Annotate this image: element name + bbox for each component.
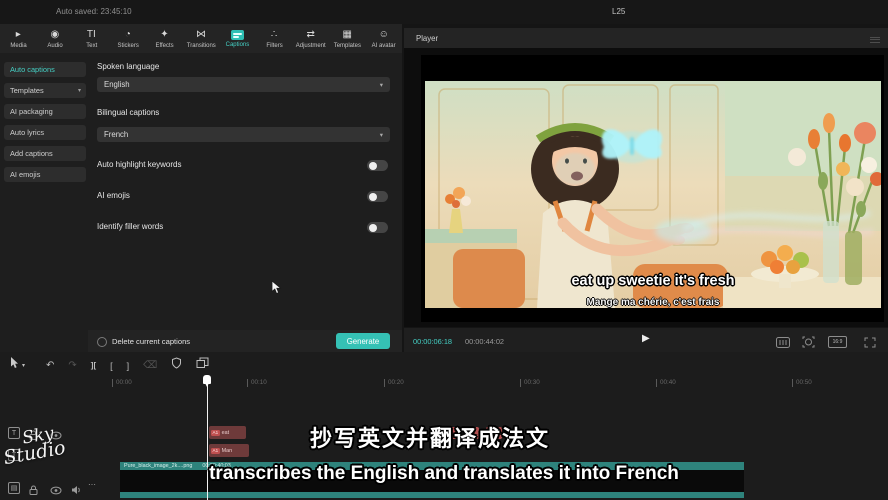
video-frame: eat up sweetie it's fresh Mange ma chéri… <box>425 81 881 308</box>
ruler-label: 00:10 <box>247 379 267 387</box>
player-controls: 00:00:06:18 00:00:44:02 ▶ 16:9 <box>404 327 888 353</box>
tab-audio[interactable]: ◉ Audio <box>37 29 74 49</box>
split-icon[interactable]: ][ <box>91 357 96 375</box>
ruler-label: 00:20 <box>384 379 404 387</box>
ai-avatar-icon: ☺ <box>379 29 389 41</box>
mask-icon[interactable] <box>171 357 182 376</box>
tab-text[interactable]: TI Text <box>73 29 110 49</box>
generate-bar: Delete current captions Generate <box>88 330 402 352</box>
fullscreen-icon[interactable] <box>864 335 876 353</box>
tab-templates[interactable]: ▦ Templates <box>329 29 366 49</box>
subtitle-chinese: 抄写英文并翻译成法文 <box>0 421 860 453</box>
playhead-handle[interactable] <box>203 375 211 384</box>
subtitle-english: transcribes the English and translates i… <box>0 463 888 485</box>
video-clip-footer <box>120 492 744 498</box>
project-label: L25 <box>612 7 625 16</box>
video-caption-secondary: Mange ma chérie, c'est frais <box>425 297 881 308</box>
timeline-ruler[interactable]: 00:00 00:10 00:20 00:30 00:40 00:50 <box>0 376 888 390</box>
main-toolbar: ▸ Media ◉ Audio TI Text ◔ Stickers ✦ Eff… <box>0 24 402 54</box>
identify-filler-words-label: Identify filler words <box>97 222 163 231</box>
media-icon: ▸ <box>16 29 21 41</box>
player-panel: Player <box>404 28 888 352</box>
aspect-ratio-button[interactable]: 16:9 <box>828 336 847 348</box>
spoken-language-label: Spoken language <box>97 62 159 71</box>
ruler-label: 00:50 <box>792 379 812 387</box>
bilingual-captions-select[interactable]: French ▾ <box>97 127 390 142</box>
adjustment-icon: ⇄ <box>306 29 314 41</box>
captions-panel: Auto captions Templates ▾ AI packaging A… <box>0 53 402 352</box>
audio-icon: ◉ <box>50 29 59 41</box>
chevron-down-icon: ▾ <box>380 81 383 89</box>
player-menu-icon[interactable] <box>870 35 880 44</box>
top-bar: Auto saved: 23:45:10 L25 <box>0 0 888 24</box>
bilingual-captions-label: Bilingual captions <box>97 108 159 117</box>
delete-captions-checkbox[interactable] <box>97 337 107 347</box>
sidebar-item-auto-lyrics[interactable]: Auto lyrics <box>4 125 86 140</box>
tab-adjustment[interactable]: ⇄ Adjustment <box>292 29 329 49</box>
tab-captions[interactable]: Captions <box>219 29 256 48</box>
tab-transitions[interactable]: ⋈ Transitions <box>183 29 220 49</box>
quality-icon[interactable] <box>776 335 790 353</box>
ruler-label: 00:40 <box>656 379 676 387</box>
filters-icon: ∴ <box>271 29 277 41</box>
crop-icon[interactable] <box>196 357 209 376</box>
timeline-toolbar: ▾ ↶ ↷ ][ [ ] ⌫ <box>0 356 888 376</box>
chevron-down-icon: ▾ <box>380 131 383 139</box>
spoken-language-select[interactable]: English ▾ <box>97 77 390 92</box>
redo-icon[interactable]: ↷ <box>68 357 76 375</box>
sidebar-item-templates[interactable]: Templates ▾ <box>4 83 86 98</box>
video-caption-primary: eat up sweetie it's fresh <box>425 273 881 289</box>
captions-icon <box>231 30 244 40</box>
transitions-icon: ⋈ <box>196 29 206 41</box>
player-title: Player <box>416 34 438 43</box>
ai-emojis-toggle[interactable] <box>367 191 388 202</box>
tab-effects[interactable]: ✦ Effects <box>146 29 183 49</box>
chevron-down-icon: ▾ <box>78 87 81 94</box>
auto-highlight-keywords-label: Auto highlight keywords <box>97 160 182 169</box>
current-time: 00:00:06:18 <box>413 337 452 346</box>
generate-button[interactable]: Generate <box>336 333 390 349</box>
focus-icon[interactable] <box>802 335 815 353</box>
tab-filters[interactable]: ∴ Filters <box>256 29 293 49</box>
tab-ai-avatar[interactable]: ☺ AI avatar <box>365 29 402 49</box>
delete-captions-label: Delete current captions <box>112 337 190 346</box>
sidebar-item-add-captions[interactable]: Add captions <box>4 146 86 161</box>
trim-right-icon[interactable]: ] <box>127 357 130 375</box>
play-button[interactable]: ▶ <box>642 333 650 344</box>
effects-icon: ✦ <box>160 29 168 41</box>
sidebar-item-ai-packaging[interactable]: AI packaging <box>4 104 86 119</box>
identify-filler-words-toggle[interactable] <box>367 222 388 233</box>
butterfly <box>602 129 662 163</box>
tab-media[interactable]: ▸ Media <box>0 29 37 49</box>
select-tool-icon[interactable] <box>10 357 19 376</box>
app-window: Auto saved: 23:45:10 L25 ▸ Media ◉ Audio… <box>0 0 888 500</box>
sidebar-item-auto-captions[interactable]: Auto captions <box>4 62 86 77</box>
ruler-label: 00:30 <box>520 379 540 387</box>
text-icon: TI <box>87 29 96 41</box>
ai-emojis-label: AI emojis <box>97 191 130 200</box>
tab-stickers[interactable]: ◔ Stickers <box>110 29 147 49</box>
delete-icon[interactable]: ⌫ <box>143 357 157 375</box>
ruler-label: 00:00 <box>112 379 132 387</box>
stickers-icon: ◔ <box>125 29 131 41</box>
total-time: 00:00:44:02 <box>465 337 504 346</box>
templates-icon: ▦ <box>342 29 351 41</box>
sidebar-item-ai-emojis[interactable]: AI emojis <box>4 167 86 182</box>
select-tool-chevron-icon[interactable]: ▾ <box>22 357 25 375</box>
autosave-status: Auto saved: 23:45:10 <box>56 7 132 16</box>
trim-left-icon[interactable]: [ <box>110 357 113 375</box>
undo-icon[interactable]: ↶ <box>46 357 54 375</box>
video-viewport: eat up sweetie it's fresh Mange ma chéri… <box>404 48 888 327</box>
player-header: Player <box>404 28 888 48</box>
mouse-cursor <box>271 280 282 300</box>
auto-highlight-keywords-toggle[interactable] <box>367 160 388 171</box>
